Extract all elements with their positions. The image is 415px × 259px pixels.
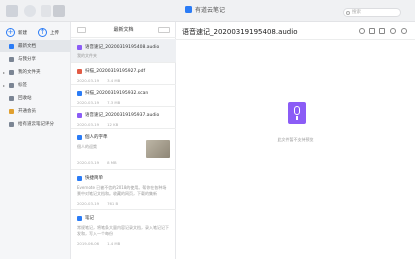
list-item[interactable]: 语音速记_20200319195408.audio 我的文件夹 [71,39,176,63]
tag-icon [9,82,14,88]
sidebar-item-label: 标签 [18,83,27,88]
scan-file-icon [77,90,82,96]
note-size: 761 B [107,201,119,206]
microphone-stand [296,116,298,120]
note-icon [77,134,82,140]
note-title: 個人的字準 [85,135,108,140]
clock-icon [9,43,14,49]
pdf-file-icon [77,68,82,74]
upload-icon: ↑ [38,28,47,37]
present-icon[interactable] [379,28,385,34]
sidebar-item-label: 与我分享 [18,57,36,62]
list-item[interactable]: 個人的字準 個人的迎獎 2020-03-19 8 MB [71,129,176,170]
sidebar-item-rate[interactable]: 给有道云笔记评分 [0,118,71,130]
note-snippet: Evernote 已被不信的2018的使用。帮你在各种场景中对笔记文档和。收藏的… [77,185,167,196]
chevron-right-icon[interactable]: ▸ [3,83,5,88]
search-icon [346,10,350,15]
preview-unavailable-message: 此文件暂不支持预览 [277,137,314,142]
sync-icon[interactable] [24,5,36,17]
share-icon [9,56,14,62]
audio-file-icon [77,44,82,50]
note-snippet: 常规笔记，将笔条大量内容记录文档，录入笔记记下发和，写入一个每份 [77,225,169,236]
upload-button[interactable]: ↑ 上传 [38,28,59,37]
note-title-heading: 语音速记_20200319195408.audio [182,28,298,36]
note-size: 12 KB [107,122,119,127]
note-date: 2020-03-19 [77,100,100,105]
note-date: 2020-03-19 [77,78,100,83]
search-input[interactable]: 搜索 [343,8,401,17]
title-bar: 有道云笔记 搜索 [0,0,415,22]
plus-icon: + [6,28,15,37]
note-title: 扫描_20200319195932.scan [85,91,149,96]
note-date: 2020-03-19 [77,122,100,127]
note-size: 1.4 MB [107,241,121,246]
upload-label: 上传 [50,30,59,36]
folder-icon [9,69,14,75]
note-date: 2020-03-19 [77,160,100,165]
sidebar: + 新建 ↑ 上传 最新文档 与我分享 ▸ 我的文件夹 ▸ 标签 回收站 开通会… [0,22,71,259]
app-logo-icon [185,6,192,13]
microphone-icon [294,106,300,115]
audio-file-icon [77,112,82,118]
note-title: 语音速记_20200319195937.audio [85,113,160,118]
window-title: 有道云笔记 [185,5,225,14]
sidebar-item-trash[interactable]: 回收站 [0,92,71,104]
star-icon [9,121,14,127]
copy-icon[interactable] [369,28,375,34]
search-placeholder: 搜索 [352,10,361,15]
note-thumbnail [146,140,170,158]
sidebar-item-label: 最新文档 [18,44,36,49]
sidebar-item-recent[interactable]: 最新文档 [0,40,71,52]
sidebar-toggle-icon[interactable] [6,5,18,17]
sort-icon[interactable] [158,27,170,33]
list-item[interactable]: 扫描_20200319195932.scan 2020-03-19 7.3 MB [71,85,176,107]
note-folder: 我的文件夹 [77,53,97,58]
note-size: 8 MB [107,160,117,165]
note-title: 语音速记_20200319195408.audio [85,45,160,50]
note-date: 2019-06-06 [77,241,100,246]
note-title: 笔记 [85,216,94,221]
note-icon [77,175,82,181]
note-size: 7.3 MB [107,100,121,105]
new-button[interactable]: + 新建 [6,28,27,37]
list-view-icon[interactable] [41,5,51,17]
info-icon[interactable] [401,28,407,34]
note-viewer: 语音速记_20200319195408.audio 此文件暂不支持预览 [176,22,415,259]
sidebar-item-shared[interactable]: 与我分享 [0,53,71,65]
list-item[interactable]: 扫描_20200319195927.pdf 2020-03-19 3.4 MB [71,63,176,85]
note-size: 3.4 MB [107,78,121,83]
back-icon[interactable] [77,27,86,33]
audio-file-icon [288,102,306,124]
share-icon[interactable] [359,28,365,34]
note-icon [77,215,82,221]
sidebar-item-tags[interactable]: ▸ 标签 [0,79,71,91]
vip-icon [9,108,14,114]
trash-icon [9,95,14,101]
window-title-text: 有道云笔记 [195,7,226,14]
sidebar-item-vip[interactable]: 开通会员 [0,105,71,117]
chevron-right-icon[interactable]: ▸ [3,70,5,75]
note-title: 快捷简单 [85,176,103,181]
note-title: 扫描_20200319195927.pdf [85,69,146,74]
sidebar-item-folders[interactable]: ▸ 我的文件夹 [0,66,71,78]
grid-view-icon[interactable] [53,5,65,17]
note-date: 2020-03-19 [77,201,100,206]
divider [176,39,415,40]
sidebar-item-label: 我的文件夹 [18,70,41,75]
sidebar-item-label: 给有道云笔记评分 [18,122,54,127]
new-label: 新建 [18,30,27,36]
note-list-header: 最新文档 [71,22,176,38]
list-item[interactable]: 快捷简单 Evernote 已被不信的2018的使用。帮你在各种场景中对笔记文档… [71,170,176,210]
list-item[interactable]: 语音速记_20200319195937.audio 2020-03-19 12 K… [71,107,176,129]
note-list-title: 最新文档 [113,27,134,33]
list-item[interactable]: 笔记 常规笔记，将笔条大量内容记录文档，录入笔记记下发和，写入一个每份 2019… [71,210,176,250]
sidebar-item-label: 回收站 [18,96,32,101]
sidebar-item-label: 开通会员 [18,109,36,114]
more-icon[interactable] [390,28,396,34]
note-list-panel: 最新文档 语音速记_20200319195408.audio 我的文件夹 扫描_… [71,22,176,259]
